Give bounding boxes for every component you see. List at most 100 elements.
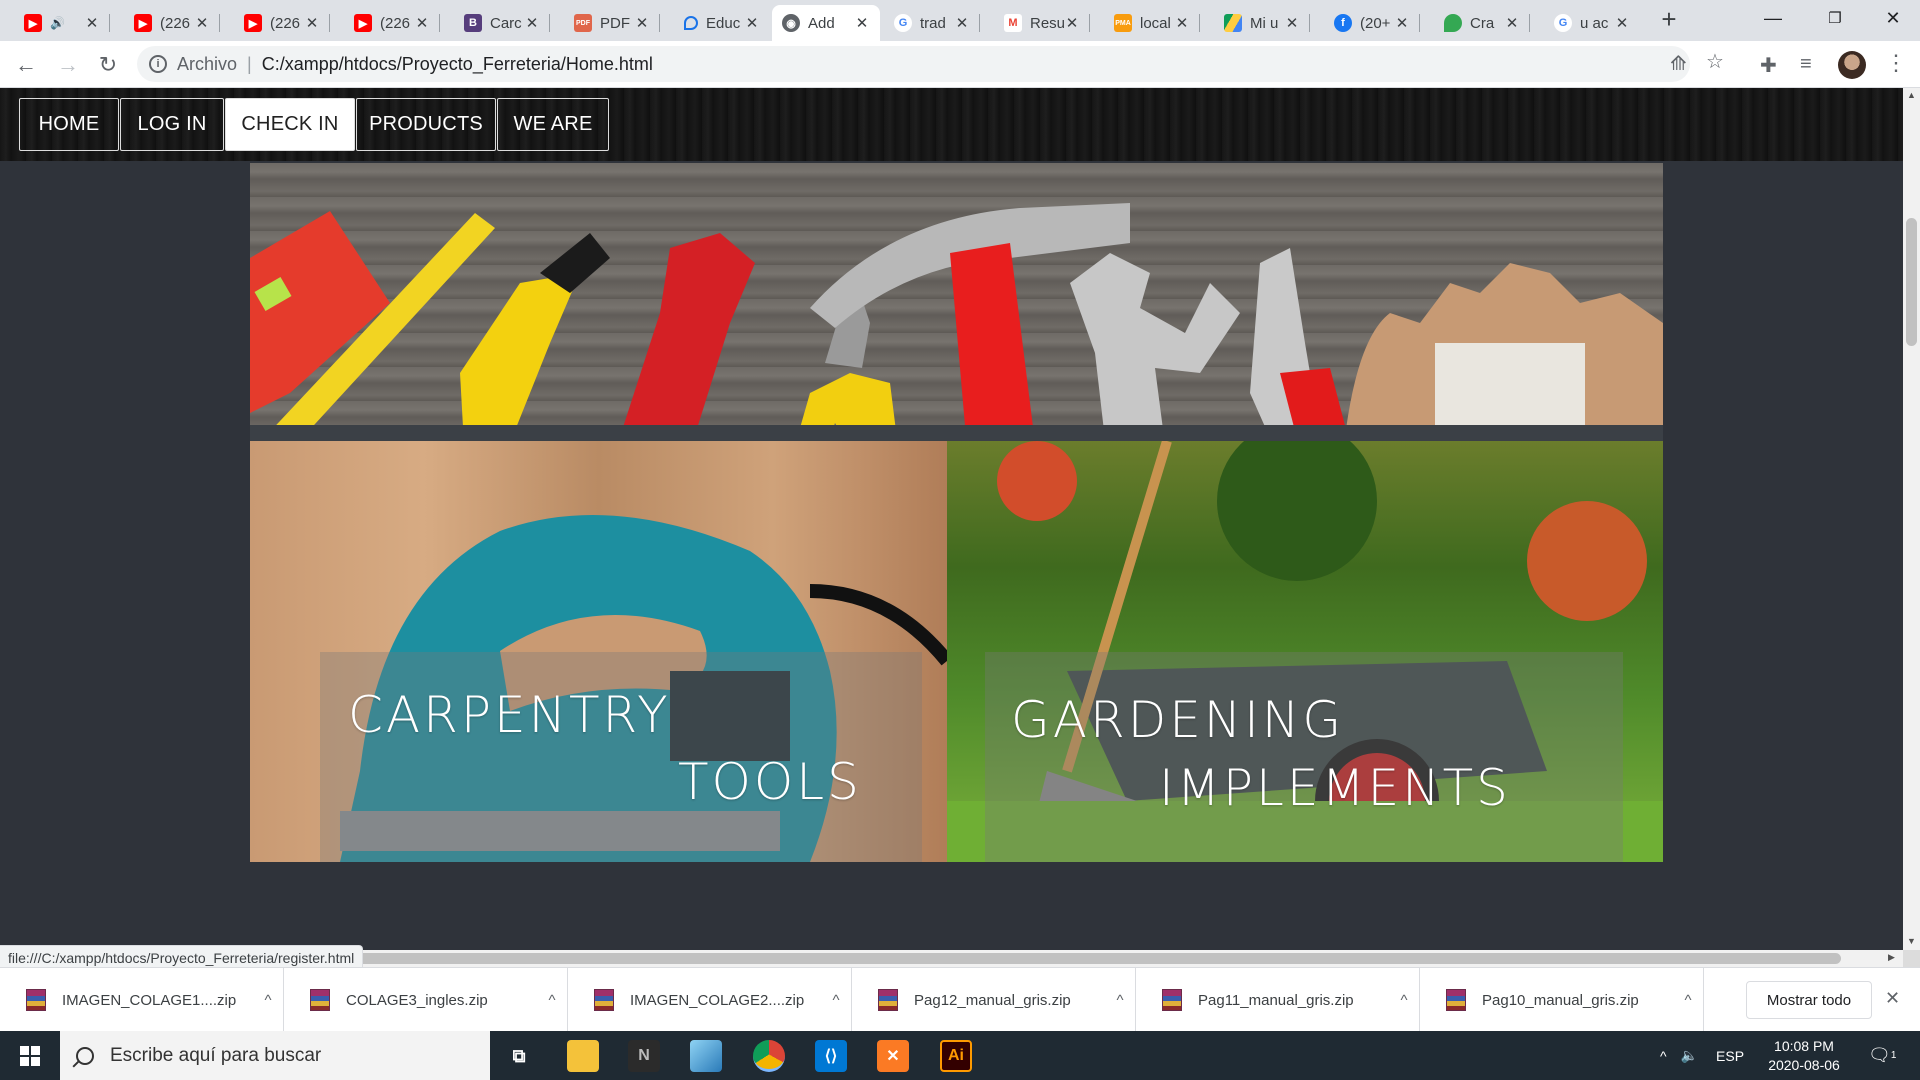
browser-tab[interactable]: PDF PDF ✕ bbox=[564, 5, 660, 41]
chevron-up-icon[interactable]: ^ bbox=[1105, 992, 1135, 1009]
browser-tab[interactable]: Cra ✕ bbox=[1434, 5, 1530, 41]
section-divider bbox=[250, 425, 1663, 441]
chevron-up-icon[interactable]: ^ bbox=[537, 992, 567, 1009]
close-tab-icon[interactable]: ✕ bbox=[634, 14, 650, 32]
file-explorer-icon[interactable] bbox=[567, 1040, 599, 1072]
browser-tab[interactable]: Mi u ✕ bbox=[1214, 5, 1310, 41]
tab-title: Mi u bbox=[1250, 14, 1279, 32]
xampp-icon[interactable]: ✕ bbox=[877, 1040, 909, 1072]
close-tab-icon[interactable]: ✕ bbox=[84, 14, 100, 32]
browser-tab-active[interactable]: ◉ Add ✕ bbox=[772, 5, 880, 41]
carpentry-tools-card[interactable]: CARPENTRY TOOLS bbox=[250, 441, 947, 862]
info-icon[interactable]: i bbox=[149, 55, 167, 73]
nav-products-button[interactable]: PRODUCTS bbox=[356, 98, 496, 151]
photos-icon[interactable] bbox=[690, 1040, 722, 1072]
chrome-icon[interactable] bbox=[753, 1040, 785, 1072]
url-scheme-label: Archivo bbox=[177, 53, 238, 74]
download-item[interactable]: COLAGE3_ingles.zip ^ bbox=[284, 968, 568, 1032]
illustrator-icon[interactable]: Ai bbox=[940, 1040, 972, 1072]
browser-tab[interactable]: G u ac ✕ bbox=[1544, 5, 1640, 41]
media-queue-icon[interactable]: ≡ bbox=[1800, 53, 1812, 76]
close-tab-icon[interactable]: ✕ bbox=[524, 14, 540, 32]
taskbar-clock[interactable]: 10:08 PM 2020-08-06 bbox=[1756, 1037, 1852, 1075]
download-item[interactable]: IMAGEN_COLAGE1....zip ^ bbox=[0, 968, 284, 1032]
menu-kebab-icon[interactable]: ⋮ bbox=[1885, 50, 1907, 76]
browser-tab[interactable]: f (20+ ✕ bbox=[1324, 5, 1420, 41]
browser-tab[interactable]: ▶ (226 ✕ bbox=[344, 5, 440, 41]
close-tab-icon[interactable]: ✕ bbox=[414, 14, 430, 32]
close-tab-icon[interactable]: ✕ bbox=[194, 14, 210, 32]
chevron-up-icon[interactable]: ^ bbox=[1660, 1048, 1667, 1064]
close-tab-icon[interactable]: ✕ bbox=[1394, 14, 1410, 32]
tab-separator bbox=[439, 14, 440, 32]
card-caption-overlay bbox=[985, 652, 1623, 862]
tab-separator bbox=[1309, 14, 1310, 32]
scroll-up-arrow-icon[interactable]: ▲ bbox=[1907, 90, 1916, 100]
card-title-line2: IMPLEMENTS bbox=[1159, 759, 1511, 817]
task-view-icon[interactable]: ⧉ bbox=[503, 1040, 535, 1072]
chevron-up-icon[interactable]: ^ bbox=[1673, 992, 1703, 1009]
close-tab-icon[interactable]: ✕ bbox=[1614, 14, 1630, 32]
nav-home-button[interactable]: HOME bbox=[19, 98, 119, 151]
download-item[interactable]: Pag10_manual_gris.zip ^ bbox=[1420, 968, 1704, 1032]
chevron-up-icon[interactable]: ^ bbox=[1389, 992, 1419, 1009]
star-icon[interactable]: ☆ bbox=[1706, 49, 1724, 74]
download-item[interactable]: Pag12_manual_gris.zip ^ bbox=[852, 968, 1136, 1032]
close-tab-icon[interactable]: ✕ bbox=[304, 14, 320, 32]
close-tab-icon[interactable]: ✕ bbox=[854, 14, 870, 32]
close-tab-icon[interactable]: ✕ bbox=[744, 14, 760, 32]
nav-checkin-button[interactable]: CHECK IN bbox=[225, 98, 355, 151]
browser-tab[interactable]: ▶ (226 ✕ bbox=[234, 5, 330, 41]
browser-tab[interactable]: PMA local ✕ bbox=[1104, 5, 1200, 41]
google-drive-icon bbox=[1224, 14, 1242, 32]
vscode-icon[interactable]: ⟨⟩ bbox=[815, 1040, 847, 1072]
extensions-puzzle-icon[interactable]: ✚ bbox=[1760, 53, 1777, 78]
profile-avatar[interactable] bbox=[1838, 51, 1866, 79]
browser-tab[interactable]: Educ ✕ bbox=[674, 5, 770, 41]
browser-tab[interactable]: ▶ (226 ✕ bbox=[124, 5, 220, 41]
notepad-n-icon[interactable]: N bbox=[628, 1040, 660, 1072]
browser-tab[interactable]: G trad ✕ bbox=[884, 5, 980, 41]
close-tab-icon[interactable]: ✕ bbox=[1064, 14, 1080, 32]
new-tab-button[interactable]: + bbox=[1655, 6, 1683, 34]
taskbar-search-box[interactable]: Escribe aquí para buscar bbox=[60, 1031, 490, 1080]
chevron-up-icon[interactable]: ^ bbox=[253, 992, 283, 1009]
tab-title: PDF bbox=[600, 14, 630, 32]
vertical-scroll-thumb[interactable] bbox=[1906, 218, 1917, 346]
start-button[interactable] bbox=[0, 1031, 60, 1080]
vertical-scrollbar[interactable]: ▲ ▼ bbox=[1903, 88, 1920, 950]
scroll-down-arrow-icon[interactable]: ▼ bbox=[1907, 936, 1916, 946]
gardening-implements-card[interactable]: GARDENING IMPLEMENTS bbox=[947, 441, 1663, 862]
show-all-downloads-button[interactable]: Mostrar todo bbox=[1746, 981, 1872, 1019]
tab-separator bbox=[329, 14, 330, 32]
browser-tab[interactable]: M Resu ✕ bbox=[994, 5, 1090, 41]
nav-we-are-button[interactable]: WE ARE bbox=[497, 98, 609, 151]
url-text[interactable]: C:/xampp/htdocs/Proyecto_Ferreteria/Home… bbox=[262, 54, 653, 75]
close-tab-icon[interactable]: ✕ bbox=[1174, 14, 1190, 32]
input-language[interactable]: ESP bbox=[1716, 1048, 1744, 1064]
download-item[interactable]: IMAGEN_COLAGE2....zip ^ bbox=[568, 968, 852, 1032]
download-item[interactable]: Pag11_manual_gris.zip ^ bbox=[1136, 968, 1420, 1032]
back-button[interactable]: ← bbox=[10, 49, 42, 81]
close-downloads-icon[interactable]: ✕ bbox=[1885, 988, 1900, 1009]
close-tab-icon[interactable]: ✕ bbox=[1284, 14, 1300, 32]
restore-button[interactable]: ❐ bbox=[1804, 0, 1866, 36]
translate-icon[interactable]: ⟰ bbox=[1670, 51, 1687, 76]
notification-center-icon[interactable]: 🗨 1 bbox=[1868, 1031, 1896, 1080]
reload-button[interactable]: ↻ bbox=[92, 49, 124, 81]
address-bar[interactable]: i Archivo | C:/xampp/htdocs/Proyecto_Fer… bbox=[137, 46, 1724, 82]
browser-tab[interactable]: B Carc ✕ bbox=[454, 5, 550, 41]
forward-button[interactable]: → bbox=[52, 49, 84, 81]
close-tab-icon[interactable]: ✕ bbox=[954, 14, 970, 32]
flower-cluster-shape bbox=[1527, 501, 1647, 621]
close-tab-icon[interactable]: ✕ bbox=[1504, 14, 1520, 32]
tab-separator bbox=[979, 14, 980, 32]
chevron-up-icon[interactable]: ^ bbox=[821, 992, 851, 1009]
volume-icon[interactable]: 🔈 bbox=[1681, 1047, 1698, 1064]
speaker-icon[interactable]: 🔊 bbox=[50, 16, 65, 30]
close-window-button[interactable]: ✕ bbox=[1866, 0, 1920, 36]
browser-tab[interactable]: ▶ 🔊 ✕ bbox=[14, 5, 110, 41]
minimize-button[interactable]: — bbox=[1742, 0, 1804, 36]
nav-login-button[interactable]: LOG IN bbox=[120, 98, 224, 151]
scroll-right-arrow-icon[interactable]: ▶ bbox=[1888, 952, 1895, 963]
